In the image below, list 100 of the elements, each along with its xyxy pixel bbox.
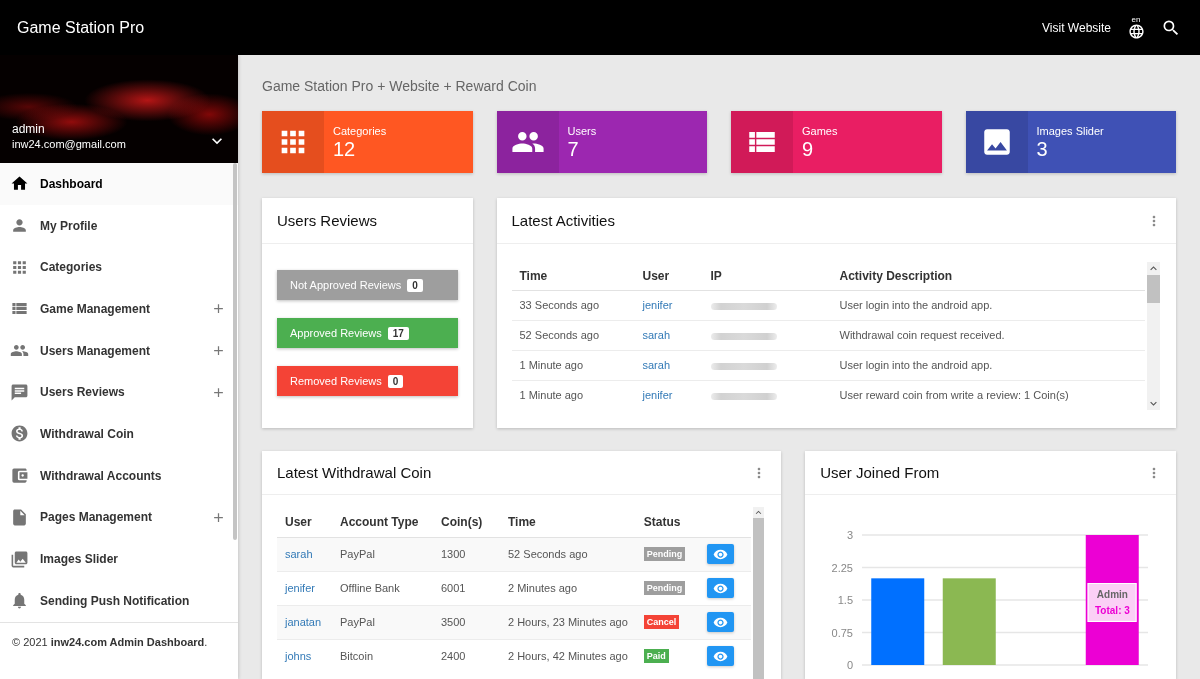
sidebar-item[interactable]: Dashboard [0, 163, 238, 205]
view-button[interactable] [706, 612, 734, 632]
view-button[interactable] [706, 578, 734, 598]
table-cell: 52 Seconds ago [500, 537, 636, 571]
table-cell: 1300 [433, 537, 500, 571]
column-header: Status [635, 507, 699, 537]
list-icon [731, 111, 793, 173]
images-icon [10, 549, 29, 569]
bell-icon [10, 591, 29, 611]
axis-tick-label: 0 [847, 659, 854, 671]
wallet-icon [10, 466, 29, 486]
tooltip-value: Total: 3 [1095, 605, 1130, 616]
scrollbar-thumb[interactable] [233, 163, 237, 540]
sidebar-item[interactable]: Users Reviews [0, 371, 238, 414]
view-button[interactable] [706, 646, 734, 667]
card-title: Users Reviews [277, 212, 378, 229]
view-button[interactable] [706, 544, 734, 564]
card-title: Latest Activities [511, 212, 615, 229]
table-cell: 2400 [433, 639, 500, 673]
sidebar-item[interactable]: Sending Push Notification [0, 579, 238, 622]
column-header: User [634, 262, 703, 290]
status-badge: Paid [643, 649, 669, 664]
language-button[interactable]: en [1127, 15, 1145, 40]
globe-icon [1127, 22, 1145, 40]
column-header: IP [702, 262, 832, 290]
stat-value: 7 [567, 138, 580, 160]
review-filter-button[interactable]: Removed Reviews 0 [277, 366, 458, 396]
grid-icon [262, 111, 324, 173]
user-link[interactable]: janatan [285, 616, 322, 628]
table-cell: 1 Minute ago [511, 380, 635, 410]
stat-value: 12 [333, 138, 357, 160]
table-cell: 6001 [433, 571, 500, 605]
user-link[interactable]: jenifer [642, 299, 673, 311]
visit-website-link[interactable]: Visit Website [1042, 20, 1111, 35]
sidebar-item[interactable]: Withdrawal Coin [0, 413, 238, 455]
stat-label: Images Slider [1036, 124, 1104, 138]
sidebar-item[interactable]: Withdrawal Accounts [0, 454, 238, 497]
file-icon [10, 507, 29, 527]
dollar-icon [10, 424, 29, 444]
table-cell: 2 Hours, 23 Minutes ago [500, 605, 636, 639]
app-title: Game Station Pro [17, 18, 145, 37]
user-link[interactable]: sarah [642, 359, 671, 371]
user-email: inw24.com@gmail.com [12, 138, 126, 151]
page-title: Game Station Pro + Website + Reward Coin [262, 77, 537, 95]
user-link[interactable]: sarah [285, 548, 313, 560]
table-cell: Bitcoin [332, 639, 433, 673]
count-badge: 0 [407, 278, 423, 292]
table-cell: PayPal [332, 605, 433, 639]
table-cell: Offline Bank [332, 571, 433, 605]
table-cell: 33 Seconds ago [511, 290, 635, 320]
user-link[interactable]: sarah [642, 329, 671, 341]
card-title: Latest Withdrawal Coin [277, 464, 432, 481]
sidebar-item[interactable]: Users Management [0, 329, 238, 372]
status-badge: Pending [643, 581, 686, 595]
table-cell: User login into the android app. [831, 290, 1145, 320]
count-badge: 17 [387, 326, 409, 340]
scrollbar[interactable] [1147, 262, 1160, 410]
stat-label: Users [567, 124, 597, 138]
status-badge: Cancel [643, 615, 680, 629]
review-filter-button[interactable]: Not Approved Reviews 0 [277, 270, 458, 300]
stat-value: 9 [802, 138, 815, 160]
scrollbar-thumb[interactable] [1147, 275, 1160, 303]
user-link[interactable]: jenifer [642, 389, 673, 402]
axis-tick-label: 0.75 [831, 626, 854, 639]
column-header: Time [511, 262, 635, 290]
axis-tick-label: 3 [847, 529, 854, 541]
stat-value: 3 [1036, 138, 1049, 160]
status-badge: Pending [643, 547, 686, 561]
table-cell: 2 Hours, 42 Minutes ago [500, 639, 636, 673]
sidebar-item[interactable]: Game Management [0, 288, 238, 330]
table-cell: User login into the android app. [831, 350, 1145, 380]
tooltip-title: Admin [1096, 589, 1128, 600]
table-cell: 52 Seconds ago [511, 320, 635, 350]
user-name: admin [12, 122, 46, 136]
image-icon [965, 111, 1028, 173]
stat-label: Games [802, 124, 838, 138]
axis-tick-label: 2.25 [831, 561, 854, 574]
user-link[interactable]: johns [285, 650, 312, 663]
column-header: Time [500, 507, 636, 537]
table-cell: PayPal [332, 537, 433, 571]
sidebar-item[interactable]: My Profile [0, 204, 238, 247]
axis-tick-label: 1.5 [837, 594, 854, 606]
count-badge: 0 [387, 374, 404, 388]
copyright-text: © 2021 inw24.com Admin Dashboard. [12, 636, 208, 648]
column-header: Coin(s) [433, 507, 500, 537]
user-link[interactable]: jenifer [285, 582, 315, 594]
table-cell: 1 Minute ago [511, 350, 635, 380]
sidebar-item[interactable]: Pages Management [0, 496, 238, 539]
column-header: Account Type [332, 507, 433, 537]
stat-label: Categories [333, 124, 387, 138]
people-icon [496, 111, 559, 173]
table-cell: 3500 [433, 605, 500, 639]
card-title: User Joined From [820, 464, 940, 481]
chat-icon [10, 382, 29, 402]
blurred-text [710, 302, 777, 310]
blurred-text [710, 362, 777, 370]
review-filter-button[interactable]: Approved Reviews 17 [277, 318, 458, 348]
sidebar-item[interactable]: Categories [0, 246, 238, 289]
sidebar-item[interactable]: Images Slider [0, 538, 238, 580]
blurred-text [710, 332, 777, 340]
